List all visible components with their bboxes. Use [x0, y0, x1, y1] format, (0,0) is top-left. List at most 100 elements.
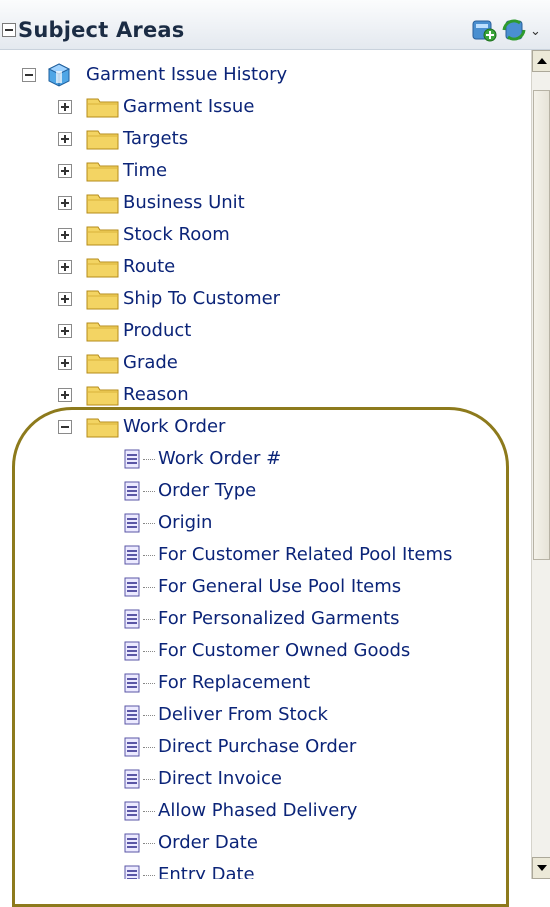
tree-folder-label: Stock Room — [123, 224, 230, 245]
tree-connector — [143, 779, 155, 781]
tree-column-label: For Personalized Garments — [158, 608, 400, 629]
folder-icon — [86, 162, 119, 182]
scroll-up-button[interactable] — [532, 50, 550, 72]
tree-column-item[interactable]: Work Order # — [0, 443, 520, 475]
tree-folder[interactable]: Reason — [0, 379, 520, 411]
expand-toggle-icon[interactable] — [58, 132, 72, 146]
tree-root-garment-issue-history[interactable]: Garment Issue History — [0, 59, 520, 91]
expand-toggle-icon[interactable] — [58, 324, 72, 338]
tree-folder-label: Reason — [123, 384, 189, 405]
tree-root-label: Garment Issue History — [86, 64, 288, 85]
collapse-panel-icon[interactable] — [2, 23, 16, 37]
panel-title: Subject Areas — [18, 18, 185, 42]
scroll-thumb[interactable] — [533, 90, 550, 560]
column-icon — [124, 673, 140, 693]
tree-folder[interactable]: Stock Room — [0, 219, 520, 251]
folder-icon — [86, 290, 119, 310]
tree-connector — [143, 459, 155, 461]
tree-column-label: For General Use Pool Items — [158, 576, 402, 597]
tree-column-item[interactable]: Allow Phased Delivery — [0, 795, 520, 827]
tree-connector — [143, 555, 155, 557]
tree-column-label: For Customer Owned Goods — [158, 640, 411, 661]
tree-column-item[interactable]: Order Type — [0, 475, 520, 507]
tree-connector — [143, 523, 155, 525]
tree-connector — [143, 747, 155, 749]
tree-folder-label: Product — [123, 320, 192, 341]
tree-column-label: Deliver From Stock — [158, 704, 328, 725]
tree-connector — [143, 619, 155, 621]
column-icon — [124, 705, 140, 725]
column-icon — [124, 737, 140, 757]
expand-toggle-icon[interactable] — [58, 292, 72, 306]
column-icon — [124, 865, 140, 879]
folder-icon — [86, 386, 119, 406]
tree-folder[interactable]: Grade — [0, 347, 520, 379]
tree-folder[interactable]: Time — [0, 155, 520, 187]
tree-connector — [143, 491, 155, 493]
tree-column-item[interactable]: For Personalized Garments — [0, 603, 520, 635]
tree-folder-label: Ship To Customer — [123, 288, 281, 309]
tree-column-item[interactable]: Entry Date — [0, 859, 520, 879]
tree-folder[interactable]: Targets — [0, 123, 520, 155]
tree-column-label: Allow Phased Delivery — [158, 800, 358, 821]
tree-column-item[interactable]: For Customer Owned Goods — [0, 635, 520, 667]
tree-column-item[interactable]: Order Date — [0, 827, 520, 859]
folder-icon — [86, 354, 119, 374]
subject-areas-tree: Garment Issue History Garment Issue Targe… — [0, 50, 531, 879]
tree-folder-label: Route — [123, 256, 176, 277]
expand-toggle-icon[interactable] — [58, 196, 72, 210]
tree-folder[interactable]: Ship To Customer — [0, 283, 520, 315]
tree-column-item[interactable]: For General Use Pool Items — [0, 571, 520, 603]
cube-icon — [47, 63, 71, 87]
tree-folder[interactable]: Product — [0, 315, 520, 347]
expand-toggle-icon[interactable] — [58, 260, 72, 274]
scroll-down-button[interactable] — [532, 857, 550, 879]
tree-column-item[interactable]: Deliver From Stock — [0, 699, 520, 731]
refresh-icon[interactable] — [500, 16, 528, 44]
tree-column-label: Entry Date — [158, 864, 255, 879]
column-icon — [124, 833, 140, 853]
tree-connector — [143, 715, 155, 717]
expand-toggle-icon[interactable] — [58, 356, 72, 370]
folder-icon — [86, 418, 119, 438]
chevron-down-icon[interactable]: ⌄ — [530, 24, 541, 39]
folder-icon — [86, 98, 119, 118]
collapse-toggle-icon[interactable] — [22, 68, 36, 82]
column-icon — [124, 801, 140, 821]
tree-column-item[interactable]: Direct Purchase Order — [0, 731, 520, 763]
folder-icon — [86, 130, 119, 150]
add-subject-area-icon[interactable] — [470, 16, 498, 44]
tree-column-item[interactable]: For Replacement — [0, 667, 520, 699]
tree-folder-label: Business Unit — [123, 192, 245, 213]
tree-column-label: Order Type — [158, 480, 257, 501]
tree-column-item[interactable]: For Customer Related Pool Items — [0, 539, 520, 571]
tree-column-label: Origin — [158, 512, 213, 533]
tree-column-label: For Replacement — [158, 672, 311, 693]
tree-folder-label: Time — [123, 160, 168, 181]
tree-folder[interactable]: Route — [0, 251, 520, 283]
expand-toggle-icon[interactable] — [58, 100, 72, 114]
expand-toggle-icon[interactable] — [58, 388, 72, 402]
tree-connector — [143, 843, 155, 845]
tree-folder[interactable]: Work Order — [0, 411, 520, 443]
vertical-scrollbar[interactable] — [531, 50, 550, 879]
arrow-down-icon — [536, 865, 547, 871]
expand-toggle-icon[interactable] — [58, 164, 72, 178]
collapse-toggle-icon[interactable] — [58, 420, 72, 434]
column-icon — [124, 545, 140, 565]
tree-folder[interactable]: Garment Issue — [0, 91, 520, 123]
tree-connector — [143, 811, 155, 813]
tree-folder-label: Work Order — [123, 416, 226, 437]
column-icon — [124, 609, 140, 629]
tree-connector — [143, 651, 155, 653]
tree-column-item[interactable]: Origin — [0, 507, 520, 539]
tree-connector — [143, 683, 155, 685]
expand-toggle-icon[interactable] — [58, 228, 72, 242]
folder-icon — [86, 258, 119, 278]
column-icon — [124, 481, 140, 501]
folder-icon — [86, 322, 119, 342]
tree-connector — [143, 875, 155, 877]
column-icon — [124, 577, 140, 597]
tree-folder[interactable]: Business Unit — [0, 187, 520, 219]
tree-column-item[interactable]: Direct Invoice — [0, 763, 520, 795]
